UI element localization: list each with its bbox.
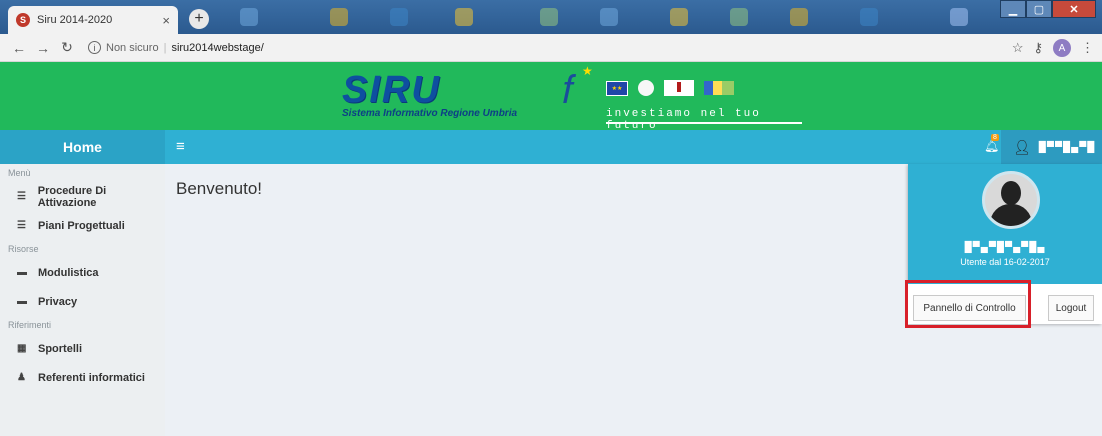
eu-flag-icon: ★★ [606,80,628,96]
avatar-head [1001,181,1021,205]
sidebar-item-modulistica[interactable]: ▬ Modulistica [0,258,165,287]
user-icon: 👤︎ [1013,138,1031,155]
user-dropdown: █▀▄▀█▀▄▀█▄ Utente dal 16-02-2017 Pannell… [908,164,1102,324]
taskbar-icon [790,8,808,26]
forward-icon[interactable]: → [34,40,52,56]
maximize-icon[interactable]: ▢ [1026,0,1052,18]
app-header: Home ≡ 🔔︎ 8 👤︎ █▀▀█▄▀█ [0,130,1102,164]
umbria-region-icon [664,80,694,96]
back-icon[interactable]: ← [10,40,28,56]
slogan-underline [606,122,802,124]
close-window-icon[interactable]: ✕ [1052,0,1096,18]
taskbar-icon [240,8,258,26]
browser-titlebar: S Siru 2014-2020 × + ▁ ▢ ✕ [0,0,1102,34]
user-menu-toggle[interactable]: 👤︎ █▀▀█▄▀█ [1001,130,1102,164]
list-icon: ☰ [17,191,26,202]
sidebar-item-piani-progettuali[interactable]: ☰ Piani Progettuali [0,211,165,240]
notifications-bell-icon[interactable]: 🔔︎ 8 [984,134,999,153]
url-separator: | [163,41,167,54]
avatar [982,171,1040,229]
logout-button[interactable]: Logout [1048,295,1094,321]
sidebar-item-privacy[interactable]: ▬ Privacy [0,287,165,316]
home-link[interactable]: Home [0,130,165,164]
sidebar-item-procedure-di-attivazione[interactable]: ☰ Procedure Di Attivazione [0,182,165,211]
address-bar-actions: ☆ ⚷ A ⋮ [1012,39,1094,57]
sidebar-item-label: Modulistica [38,266,99,279]
folder-icon: ▬ [17,296,27,307]
user-dropdown-footer: Pannello di Controllo Logout [908,284,1102,324]
siru-logo[interactable]: SIRU Sistema Informativo Regione Umbria [342,70,517,119]
new-tab-button[interactable]: + [189,9,209,29]
slogan: investiamo nel tuo futuro [606,108,761,132]
minimize-icon[interactable]: ▁ [1000,0,1026,18]
taskbar-icon [860,8,878,26]
star-icon[interactable]: ☆ [1012,40,1024,56]
star-icon: ★ [582,64,593,78]
notification-badge: 8 [991,134,999,141]
avatar-body [990,204,1032,226]
address-bar: ← → ↻ i Non sicuro | siru2014webstage/ ☆… [0,34,1102,62]
account-avatar[interactable]: A [1053,39,1071,57]
taskbar-icon [455,8,473,26]
taskbar-icon [600,8,618,26]
insecure-label: Non sicuro [106,41,159,54]
logo-subtitle: Sistema Informativo Regione Umbria [342,108,518,119]
user-dropdown-header: █▀▄▀█▀▄▀█▄ Utente dal 16-02-2017 [908,164,1102,284]
user-icon: ♟ [17,372,26,383]
taskbar-icon [390,8,408,26]
section-header-risorse: Risorse [8,244,39,254]
dropdown-user-name: █▀▄▀█▀▄▀█▄ [964,242,1046,253]
reload-icon[interactable]: ↻ [58,39,76,56]
member-since: Utente dal 16-02-2017 [960,257,1050,267]
tab-title: Siru 2014-2020 [37,14,113,26]
taskbar-icon [950,8,968,26]
menu-icon[interactable]: ⋮ [1081,40,1094,56]
sidebar-item-label: Referenti informatici [38,371,145,384]
sidebar: Menù ☰ Procedure Di Attivazione ☰ Piani … [0,164,165,436]
institution-logos: ★★ [606,80,734,96]
taskbar-icon [330,8,348,26]
section-header-menu: Menù [8,168,31,178]
sidebar-item-sportelli[interactable]: ▦ Sportelli [0,334,165,363]
running-figure-icon: 𝑓 [562,68,575,112]
url-field[interactable]: i Non sicuro | siru2014webstage/ [88,41,264,54]
control-panel-button[interactable]: Pannello di Controllo [913,295,1026,321]
section-header-riferimenti: Riferimenti [8,320,52,330]
header-user-name: █▀▀█▄▀█ [1038,141,1096,153]
sidebar-item-label: Piani Progettuali [38,219,125,232]
sidebar-item-label: Procedure Di Attivazione [37,184,107,209]
info-icon[interactable]: i [88,41,101,54]
italy-emblem-icon [638,80,654,96]
list-icon: ☰ [17,220,26,231]
building-icon: ▦ [17,343,27,354]
sidebar-item-label: Privacy [38,295,78,308]
taskbar-icon [670,8,688,26]
taskbar-icon [540,8,558,26]
logo-title: SIRU [342,69,441,111]
window-controls: ▁ ▢ ✕ [1000,0,1096,18]
key-icon[interactable]: ⚷ [1033,40,1043,56]
taskbar-icon [730,8,748,26]
browser-tab[interactable]: S Siru 2014-2020 × [8,6,178,34]
hamburger-menu-icon[interactable]: ≡ [176,138,185,155]
partner-logos: 𝑓 ★ ★★ investiamo nel tuo futuro [562,64,802,132]
site-banner: SIRU Sistema Informativo Regione Umbria … [0,62,1102,132]
folder-icon: ▬ [17,267,27,278]
sidebar-item-label: Sportelli [38,342,83,355]
sidebar-item-referenti-informatici[interactable]: ♟ Referenti informatici [0,363,165,392]
siru-favicon-icon: S [16,13,30,27]
welcome-heading: Benvenuto! [176,179,263,198]
por-logo-icon [704,81,734,95]
url-text: siru2014webstage/ [171,41,264,54]
tab-close-icon[interactable]: × [162,13,170,28]
